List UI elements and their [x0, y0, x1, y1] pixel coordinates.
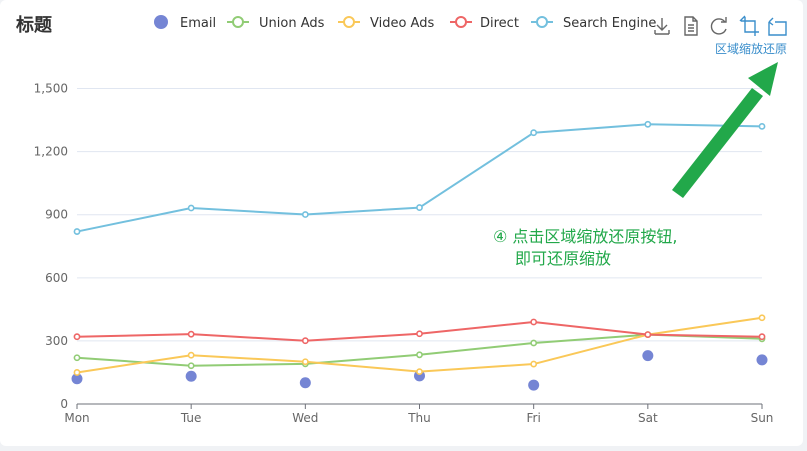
legend-marker [455, 16, 467, 28]
data-point-search-engine [187, 204, 195, 212]
x-tick-label: Thu [407, 411, 431, 425]
data-point-direct [301, 337, 309, 345]
grid [77, 88, 762, 342]
legend[interactable]: Email Union Ads Video Ads Direct Search Engi… [154, 15, 656, 31]
data-point-email [756, 354, 768, 366]
y-tick-label: 1,500 [34, 82, 68, 96]
legend-marker [232, 16, 244, 28]
series-union-ads [73, 331, 766, 370]
chart-card: 标题 0 300 600 900 1,200 1,500 Mon Tue Wed Thu Fri Sa… [0, 0, 803, 446]
data-point-search-engine [416, 204, 423, 211]
axes: 0 300 600 900 1,200 1,500 Mon Tue Wed Thu Fri Sat Su… [34, 82, 774, 425]
download-icon[interactable] [653, 16, 671, 36]
x-tick-label: Tue [180, 411, 202, 425]
data-point-direct [758, 333, 766, 341]
legend-label: Email [180, 16, 216, 31]
legend-item-union-ads[interactable]: Union Ads [227, 16, 325, 31]
x-tick-label: Sat [638, 411, 658, 425]
data-point-direct [73, 333, 81, 341]
annotation-arrow [672, 62, 778, 198]
legend-item-email[interactable]: Email [154, 15, 216, 31]
data-point-video-ads [73, 369, 81, 376]
data-point-direct [416, 330, 423, 338]
data-point-video-ads [187, 351, 195, 359]
chart: 标题 0 300 600 900 1,200 1,500 Mon Tue Wed Thu Fri Sa… [15, 14, 788, 425]
y-tick-label: 300 [45, 334, 68, 348]
legend-marker [154, 15, 168, 29]
legend-label: Video Ads [370, 16, 434, 31]
series-direct [73, 318, 766, 345]
data-point-direct [644, 331, 652, 338]
legend-label: Union Ads [259, 16, 325, 31]
series [71, 120, 768, 391]
zoom-reset-icon[interactable] [768, 16, 788, 36]
data-point-email [528, 379, 540, 391]
data-point-search-engine [73, 228, 81, 235]
data-point-search-engine [644, 120, 652, 128]
legend-marker [343, 16, 355, 28]
data-point-union-ads [73, 354, 81, 362]
data-point-video-ads [758, 314, 766, 322]
zoom-icon[interactable] [739, 15, 760, 36]
y-tick-label: 0 [60, 397, 68, 411]
data-point-direct [530, 318, 538, 326]
data-point-email [185, 370, 197, 382]
toolbox: 区域缩放还原 [653, 15, 788, 56]
data-point-email [299, 377, 311, 389]
y-tick-label: 600 [45, 271, 68, 285]
data-point-search-engine [530, 129, 538, 137]
annotation-line-2: 即可还原缩放 [515, 249, 611, 268]
y-tick-label: 900 [45, 208, 68, 222]
legend-item-search-engine[interactable]: Search Engine [531, 16, 656, 31]
x-tick-label: Wed [292, 411, 318, 425]
legend-marker [536, 16, 548, 28]
series-line-search-engine [76, 123, 763, 233]
zoom-reset-label: 区域缩放还原 [715, 41, 787, 56]
legend-label: Search Engine [563, 16, 656, 31]
data-view-icon[interactable] [682, 16, 700, 36]
data-point-direct [187, 330, 195, 338]
series-search-engine [73, 120, 766, 235]
data-point-email [642, 350, 654, 362]
legend-item-video-ads[interactable]: Video Ads [338, 16, 434, 31]
series-line-union-ads [76, 333, 763, 367]
legend-item-direct[interactable]: Direct [450, 16, 519, 31]
x-tick-label: Sun [751, 411, 774, 425]
data-point-video-ads [416, 368, 423, 376]
data-point-video-ads [530, 360, 538, 368]
restore-icon[interactable] [709, 16, 729, 36]
data-point-search-engine [301, 211, 309, 218]
legend-label: Direct [480, 16, 519, 31]
series-video-ads [73, 314, 766, 376]
data-point-search-engine [758, 123, 766, 130]
data-point-union-ads [530, 339, 538, 347]
annotation-line-1: ④ 点击区域缩放还原按钮, [493, 227, 678, 246]
chart-title: 标题 [15, 14, 53, 36]
data-point-video-ads [301, 358, 309, 366]
data-point-union-ads [416, 351, 423, 359]
x-tick-label: Mon [64, 411, 89, 425]
x-tick-label: Fri [527, 411, 541, 425]
data-point-union-ads [187, 362, 195, 370]
y-tick-label: 1,200 [34, 145, 68, 159]
